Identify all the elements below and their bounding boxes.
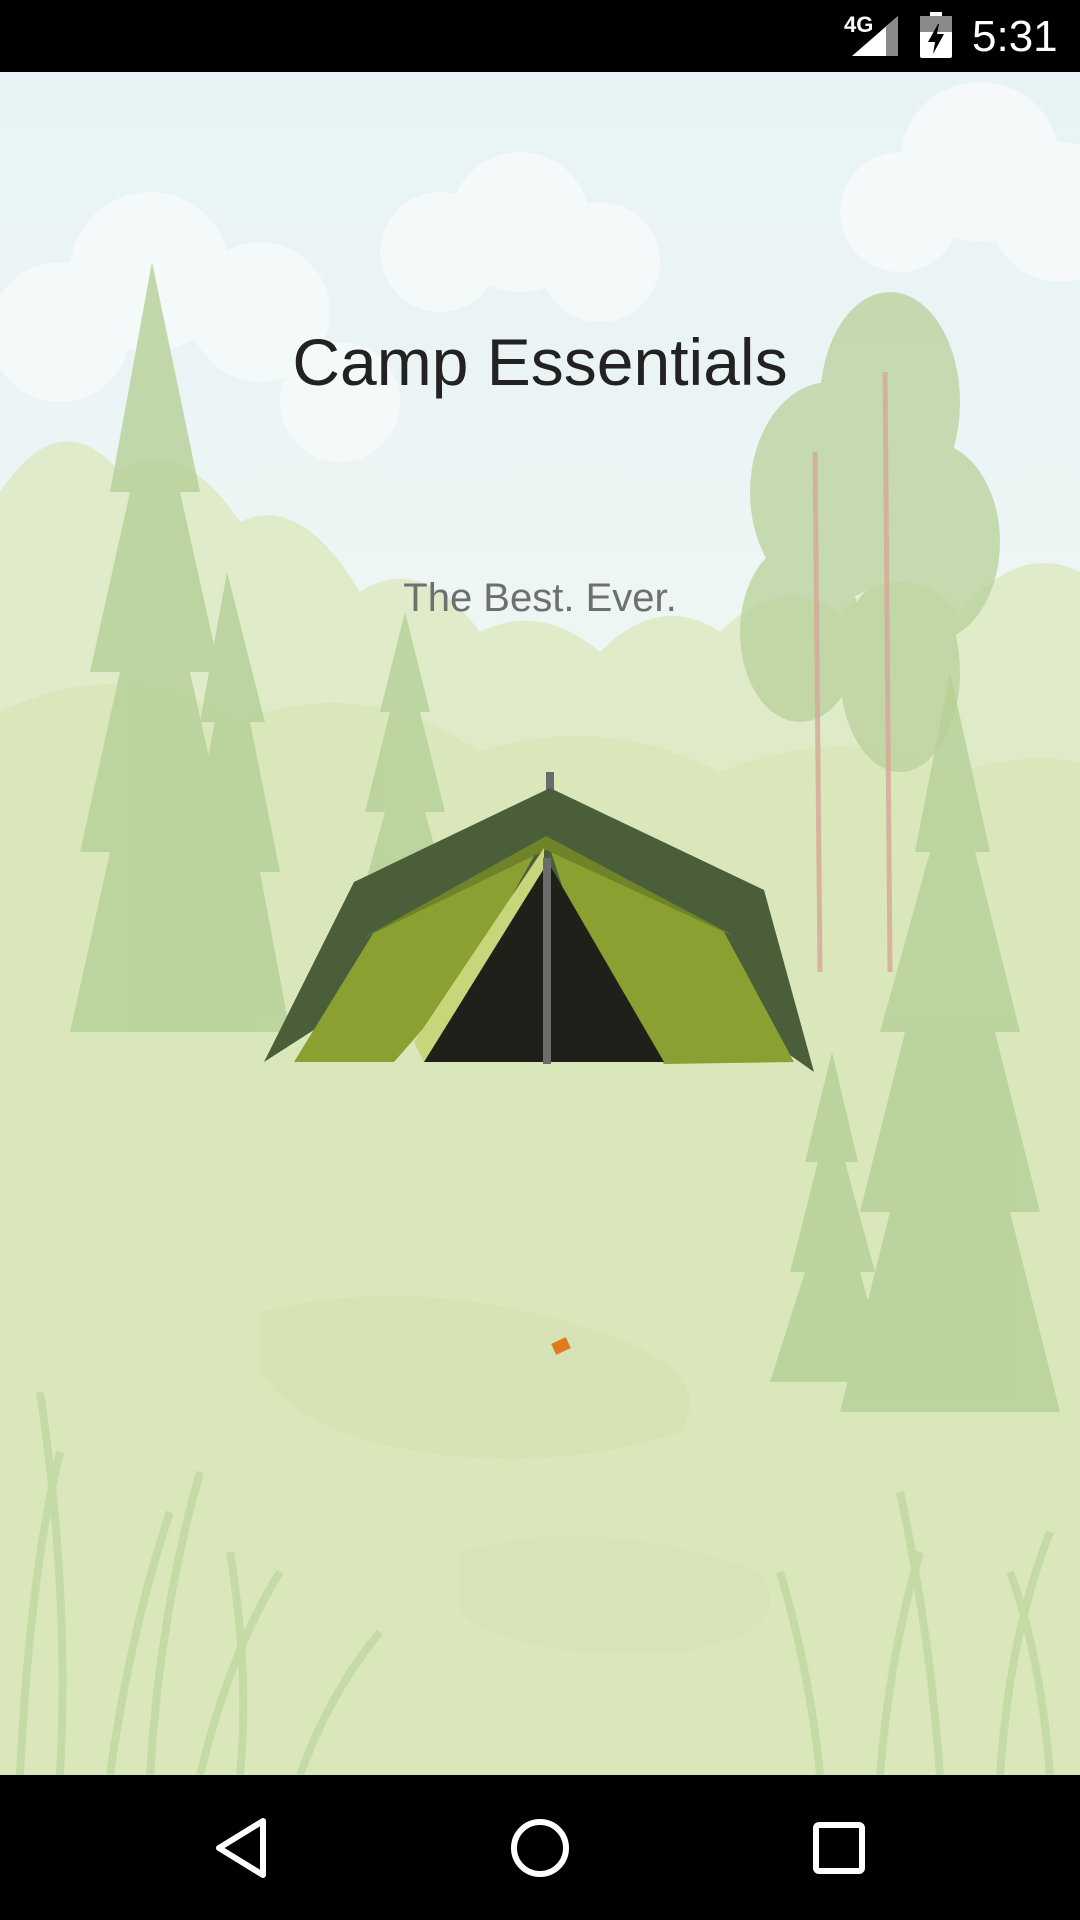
home-button[interactable] [485, 1803, 595, 1893]
recents-button[interactable] [784, 1803, 894, 1893]
signal-icon [852, 16, 898, 56]
status-clock: 5:31 [972, 12, 1058, 61]
back-icon [216, 1818, 266, 1878]
back-button[interactable] [186, 1803, 296, 1893]
app-title: Camp Essentials [292, 325, 788, 399]
status-bar: 4G 5:31 [0, 0, 1080, 72]
battery-charging-icon [920, 12, 952, 58]
recents-icon [813, 1822, 865, 1874]
navigation-bar [0, 1775, 1080, 1920]
splash-screen: Camp Essentials The Best. Ever. [0, 72, 1080, 1775]
phone-screen: 4G 5:31 Camp Essentials The Best. Ever. [0, 0, 1080, 1920]
app-tagline: The Best. Ever. [403, 576, 677, 620]
tent-icon [264, 772, 814, 1072]
home-icon [511, 1819, 569, 1877]
